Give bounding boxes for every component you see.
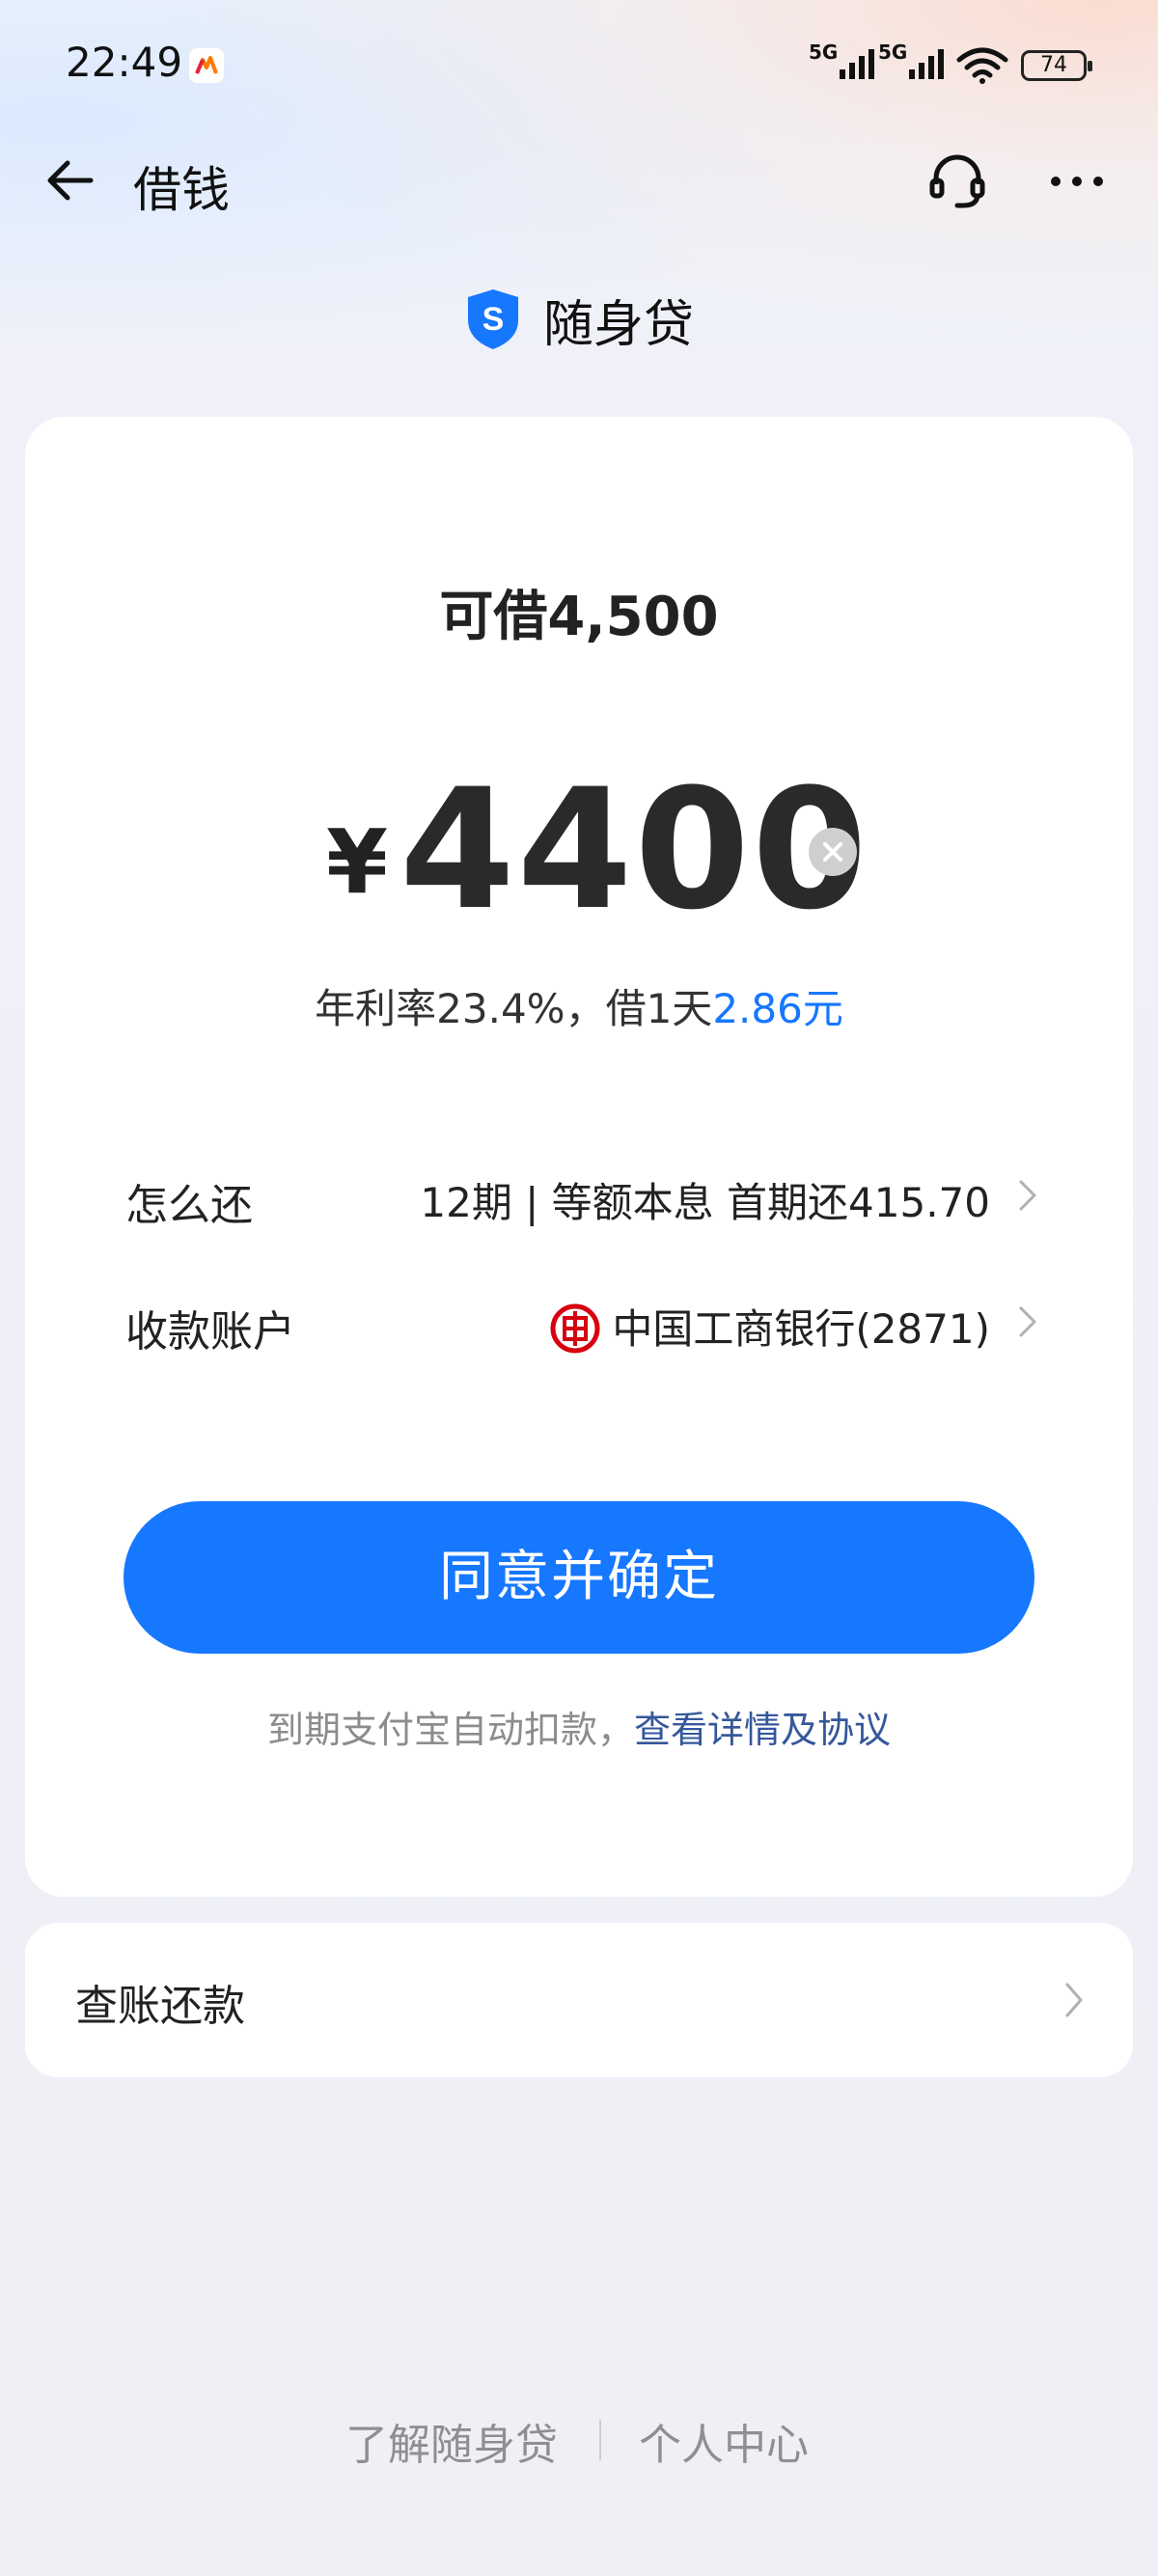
wifi-icon [955,46,1009,89]
bill-repayment-card[interactable]: 查账还款 [25,1923,1133,2077]
headset-icon[interactable] [926,150,988,211]
page-title: 借钱 [133,162,230,218]
rate-description: 年利率23.4%，借1天 [315,985,713,1032]
receiving-account-value: 中国工商银行(2871) [550,1297,990,1356]
chevron-right-icon [1019,1306,1036,1337]
available-credit: 可借4,500 [439,586,719,648]
svg-text:S: S [482,301,505,338]
loan-amount[interactable]: 4400 [400,753,869,946]
app-notification-icon [189,48,224,83]
receiving-account-row[interactable]: 收款账户 中国工商银行(2871) [125,1287,1042,1357]
bill-repayment-label: 查账还款 [75,1982,245,2031]
terms-link[interactable]: 查看详情及协议 [634,1709,891,1751]
battery-icon: 74 [1021,50,1092,81]
personal-center-link[interactable]: 个人中心 [639,2410,809,2472]
terms-text: 到期支付宝自动扣款， [266,1709,634,1751]
terms-notice: 到期支付宝自动扣款，查看详情及协议 [0,1700,1158,1753]
status-time: 22:49 [66,39,183,86]
about-link[interactable]: 了解随身贷 [345,2410,558,2472]
repayment-plan-label: 怎么还 [125,1181,253,1230]
footer-divider [599,2420,601,2460]
bank-name: 中国工商银行(2871) [612,1305,990,1353]
icbc-bank-icon [550,1303,600,1353]
chevron-right-icon [1065,1983,1083,2017]
daily-cost: 2.86元 [712,985,843,1032]
receiving-account-label: 收款账户 [125,1307,295,1357]
status-bar: 22:49 5G 5G 74 [0,0,1158,135]
shield-s-icon: S [464,288,522,351]
loan-amount-input[interactable]: ¥ 4400 [0,753,1158,946]
repayment-plan-value: 12期 | 等额本息 首期还415.70 [420,1179,990,1226]
clear-icon[interactable] [809,828,857,876]
more-icon[interactable] [1048,162,1106,201]
brand-name: 随身贷 [542,295,694,354]
currency-symbol: ¥ [326,810,389,914]
back-arrow-icon[interactable] [41,151,98,209]
interest-rate-text: 年利率23.4%，借1天2.86元 [0,976,1158,1035]
brand-header: S 随身贷 [0,286,1158,354]
repayment-plan-row[interactable]: 怎么还 12期 | 等额本息 首期还415.70 [125,1161,1042,1230]
battery-level: 74 [1040,53,1067,77]
chevron-right-icon [1019,1180,1036,1211]
footer-links: 了解随身贷 个人中心 [0,2410,1158,2470]
agree-confirm-button[interactable]: 同意并确定 [124,1501,1034,1654]
